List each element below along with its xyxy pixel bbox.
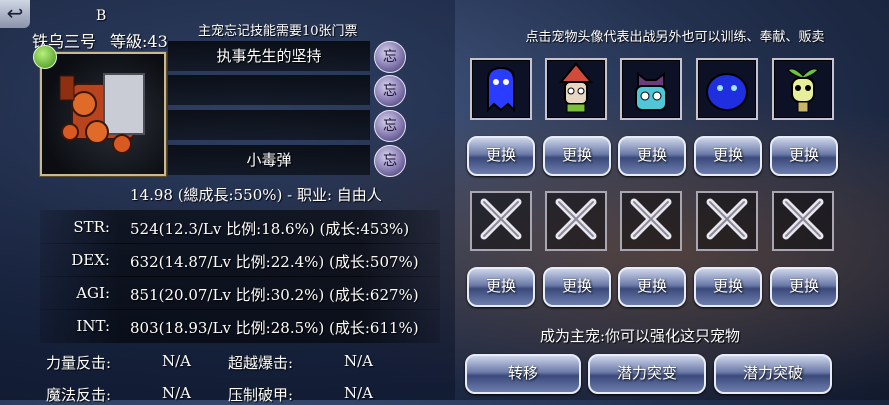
extra-label: 压制破甲: (228, 386, 294, 404)
stat-label: AGI: (76, 284, 110, 302)
stat-value: 851(20.07/Lv 比例:30.2%) (成长:627%) (130, 286, 419, 304)
forget-skill-button-4[interactable]: 忘 (374, 145, 406, 177)
pet-action-hint: 点击宠物头像代表出战另外也可以训练、奉献、贩卖 (525, 30, 825, 45)
skill-slot-1: 执事先生的坚持 (168, 41, 370, 71)
stat-label: DEX: (71, 251, 110, 269)
empty-pet-slot-2[interactable] (545, 191, 607, 251)
witch-hat-pet-icon (558, 62, 594, 113)
forget-skill-button-1[interactable]: 忘 (374, 41, 406, 73)
stat-value: 632(14.87/Lv 比例:22.4%) (成长:507%) (130, 253, 419, 271)
cyan-beast-pet-icon (635, 72, 667, 111)
blue-ghost-pet-icon (487, 66, 515, 113)
potential-mutation-button[interactable]: 潜力突变 (588, 354, 706, 394)
extra-value: N/A (344, 352, 374, 370)
pet-slot-4[interactable] (696, 58, 758, 120)
stat-label: STR: (73, 218, 110, 236)
empty-slot-x-icon (706, 198, 748, 240)
skill-name: 小毒弹 (246, 151, 292, 169)
empty-pet-slot-5[interactable] (772, 191, 834, 251)
robot-pet-icon (59, 73, 145, 154)
stat-value: 524(12.3/Lv 比例:18.6%) (成长:453%) (130, 220, 410, 238)
change-pet-button-8[interactable]: 更换 (618, 267, 686, 307)
potential-breakthrough-button[interactable]: 潜力突破 (714, 354, 832, 394)
extra-label: 力量反击: (46, 354, 112, 372)
change-pet-button-2[interactable]: 更换 (543, 136, 611, 176)
skill-forget-hint: 主宠忘记技能需要10张门票 (198, 24, 358, 39)
empty-slot-x-icon (630, 198, 672, 240)
skill-name: 执事先生的坚持 (216, 47, 322, 65)
skill-slot-2 (168, 75, 370, 105)
change-pet-button-9[interactable]: 更换 (694, 267, 762, 307)
empty-pet-slot-4[interactable] (696, 191, 758, 251)
pet-level: 等級:43 (110, 32, 168, 51)
change-pet-button-10[interactable]: 更换 (770, 267, 838, 307)
stat-label: INT: (76, 317, 110, 335)
empty-slot-x-icon (782, 198, 824, 240)
main-pet-hint: 成为主宠:你可以强化这只宠物 (540, 327, 741, 345)
change-pet-button-7[interactable]: 更换 (543, 267, 611, 307)
change-pet-button-1[interactable]: 更换 (467, 136, 535, 176)
pet-rank: B (96, 8, 107, 24)
skill-slot-4: 小毒弹 (168, 145, 370, 175)
extra-value: N/A (162, 384, 192, 402)
extra-label: 魔法反击: (46, 386, 112, 404)
forget-skill-button-2[interactable]: 忘 (374, 75, 406, 107)
empty-pet-slot-1[interactable] (470, 191, 532, 251)
leaf-badge-icon (33, 45, 57, 69)
green-sprout-pet-icon (787, 68, 819, 113)
pet-slot-2[interactable] (545, 58, 607, 120)
change-pet-button-5[interactable]: 更换 (770, 136, 838, 176)
pet-slot-1[interactable] (470, 58, 532, 120)
pet-slot-5[interactable] (772, 58, 834, 120)
blue-slime-pet-icon (706, 73, 748, 111)
empty-pet-slot-3[interactable] (620, 191, 682, 251)
growth-summary: 14.98 (總成長:550%) - 职业: 自由人 (130, 186, 382, 204)
pet-slot-3[interactable] (620, 58, 682, 120)
skill-slot-3 (168, 110, 370, 140)
extra-value: N/A (162, 352, 192, 370)
change-pet-button-6[interactable]: 更换 (467, 267, 535, 307)
change-pet-button-4[interactable]: 更换 (694, 136, 762, 176)
back-arrow-icon: ↩ (6, 1, 24, 25)
extra-label: 超越爆击: (228, 354, 294, 372)
pet-portrait[interactable] (40, 52, 166, 176)
stat-value: 803(18.93/Lv 比例:28.5%) (成长:611%) (130, 319, 419, 337)
forget-skill-button-3[interactable]: 忘 (374, 110, 406, 142)
empty-slot-x-icon (555, 198, 597, 240)
change-pet-button-3[interactable]: 更换 (618, 136, 686, 176)
empty-slot-x-icon (480, 198, 522, 240)
transfer-button[interactable]: 转移 (465, 354, 581, 394)
back-button[interactable]: ↩ (0, 0, 30, 28)
extra-value: N/A (344, 384, 374, 402)
